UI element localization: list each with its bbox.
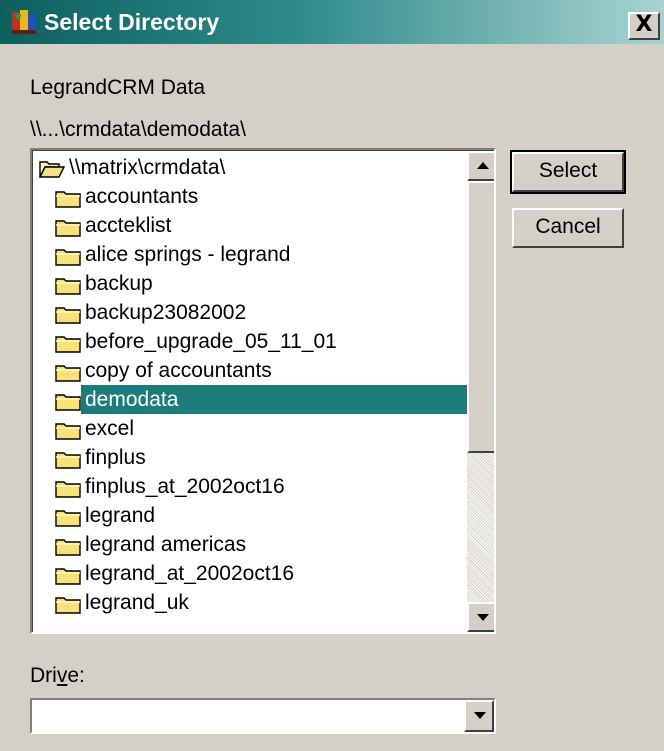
folder-icon bbox=[55, 361, 81, 382]
directory-row[interactable]: copy of accountants bbox=[33, 356, 467, 385]
directory-label: legrand_at_2002oct16 bbox=[85, 562, 295, 585]
dropdown-arrow-icon bbox=[474, 712, 486, 719]
directory-label: copy of accountants bbox=[85, 359, 272, 382]
drive-dropdown-button[interactable] bbox=[464, 700, 494, 732]
directory-row[interactable]: demodata bbox=[33, 385, 467, 414]
directory-row[interactable]: finplus_at_2002oct16 bbox=[33, 472, 467, 501]
folder-icon bbox=[55, 477, 81, 498]
folder-icon bbox=[55, 535, 81, 556]
folder-icon bbox=[55, 506, 81, 527]
directory-row[interactable]: legrand americas bbox=[33, 530, 467, 559]
directory-root-row[interactable]: \\matrix\crmdata\ bbox=[33, 153, 467, 182]
directory-label: before_upgrade_05_11_01 bbox=[85, 330, 337, 353]
close-icon: X bbox=[635, 12, 653, 37]
directory-row[interactable]: accteklist bbox=[33, 211, 467, 240]
folder-icon bbox=[55, 303, 81, 324]
directory-row[interactable]: legrand_at_2002oct16 bbox=[33, 559, 467, 588]
directory-label: finplus_at_2002oct16 bbox=[85, 475, 285, 498]
window-title: Select Directory bbox=[44, 9, 220, 35]
directory-row[interactable]: backup23082002 bbox=[33, 298, 467, 327]
folder-icon bbox=[55, 390, 81, 411]
directory-label: accountants bbox=[85, 185, 199, 208]
select-button[interactable]: Select bbox=[510, 150, 626, 194]
directory-label: demodata bbox=[85, 388, 179, 411]
directory-row[interactable]: legrand bbox=[33, 501, 467, 530]
vertical-scrollbar[interactable] bbox=[467, 151, 494, 632]
directory-list[interactable]: \\matrix\crmdata\ accountants accteklist al… bbox=[30, 148, 496, 634]
cancel-button[interactable]: Cancel bbox=[512, 208, 624, 248]
current-path-label: \\...\crmdata\demodata\ bbox=[30, 118, 246, 141]
directory-row[interactable]: backup bbox=[33, 269, 467, 298]
directory-row[interactable]: excel bbox=[33, 414, 467, 443]
directory-row[interactable]: alice springs - legrand bbox=[33, 240, 467, 269]
drive-label: Drive: bbox=[30, 664, 85, 687]
folder-icon bbox=[55, 593, 81, 614]
folder-icon bbox=[55, 332, 81, 353]
app-icon bbox=[12, 10, 36, 34]
directory-label: excel bbox=[85, 417, 135, 440]
directory-label: alice springs - legrand bbox=[85, 243, 291, 266]
directory-label: backup23082002 bbox=[85, 301, 247, 324]
database-label: LegrandCRM Data bbox=[30, 76, 206, 99]
directory-row[interactable]: accountants bbox=[33, 182, 467, 211]
scroll-down-arrow-icon bbox=[477, 614, 489, 621]
folder-icon bbox=[55, 448, 81, 469]
scroll-thumb[interactable] bbox=[467, 181, 494, 453]
directory-rows: \\matrix\crmdata\ accountants accteklist al… bbox=[33, 153, 467, 617]
folder-icon bbox=[55, 187, 81, 208]
folder-icon bbox=[55, 274, 81, 295]
directory-label: accteklist bbox=[85, 214, 172, 237]
directory-label: backup bbox=[85, 272, 153, 295]
directory-label: legrand americas bbox=[85, 533, 247, 556]
folder-icon bbox=[55, 216, 81, 237]
directory-row[interactable]: legrand_uk bbox=[33, 588, 467, 617]
directory-label: legrand_uk bbox=[85, 591, 189, 614]
drive-select[interactable] bbox=[30, 698, 496, 734]
open-folder-icon bbox=[38, 158, 66, 178]
title-bar: Select Directory X bbox=[0, 0, 664, 44]
close-button[interactable]: X bbox=[628, 12, 660, 40]
scroll-up-arrow-icon bbox=[477, 162, 489, 169]
scroll-down-button[interactable] bbox=[467, 602, 494, 632]
folder-icon bbox=[55, 419, 81, 440]
directory-row[interactable]: finplus bbox=[33, 443, 467, 472]
directory-label: \\matrix\crmdata\ bbox=[69, 156, 226, 179]
directory-label: finplus bbox=[85, 446, 146, 469]
scroll-up-button[interactable] bbox=[467, 151, 494, 181]
directory-row[interactable]: before_upgrade_05_11_01 bbox=[33, 327, 467, 356]
folder-icon bbox=[55, 564, 81, 585]
directory-label: legrand bbox=[85, 504, 156, 527]
folder-icon bbox=[55, 245, 81, 266]
